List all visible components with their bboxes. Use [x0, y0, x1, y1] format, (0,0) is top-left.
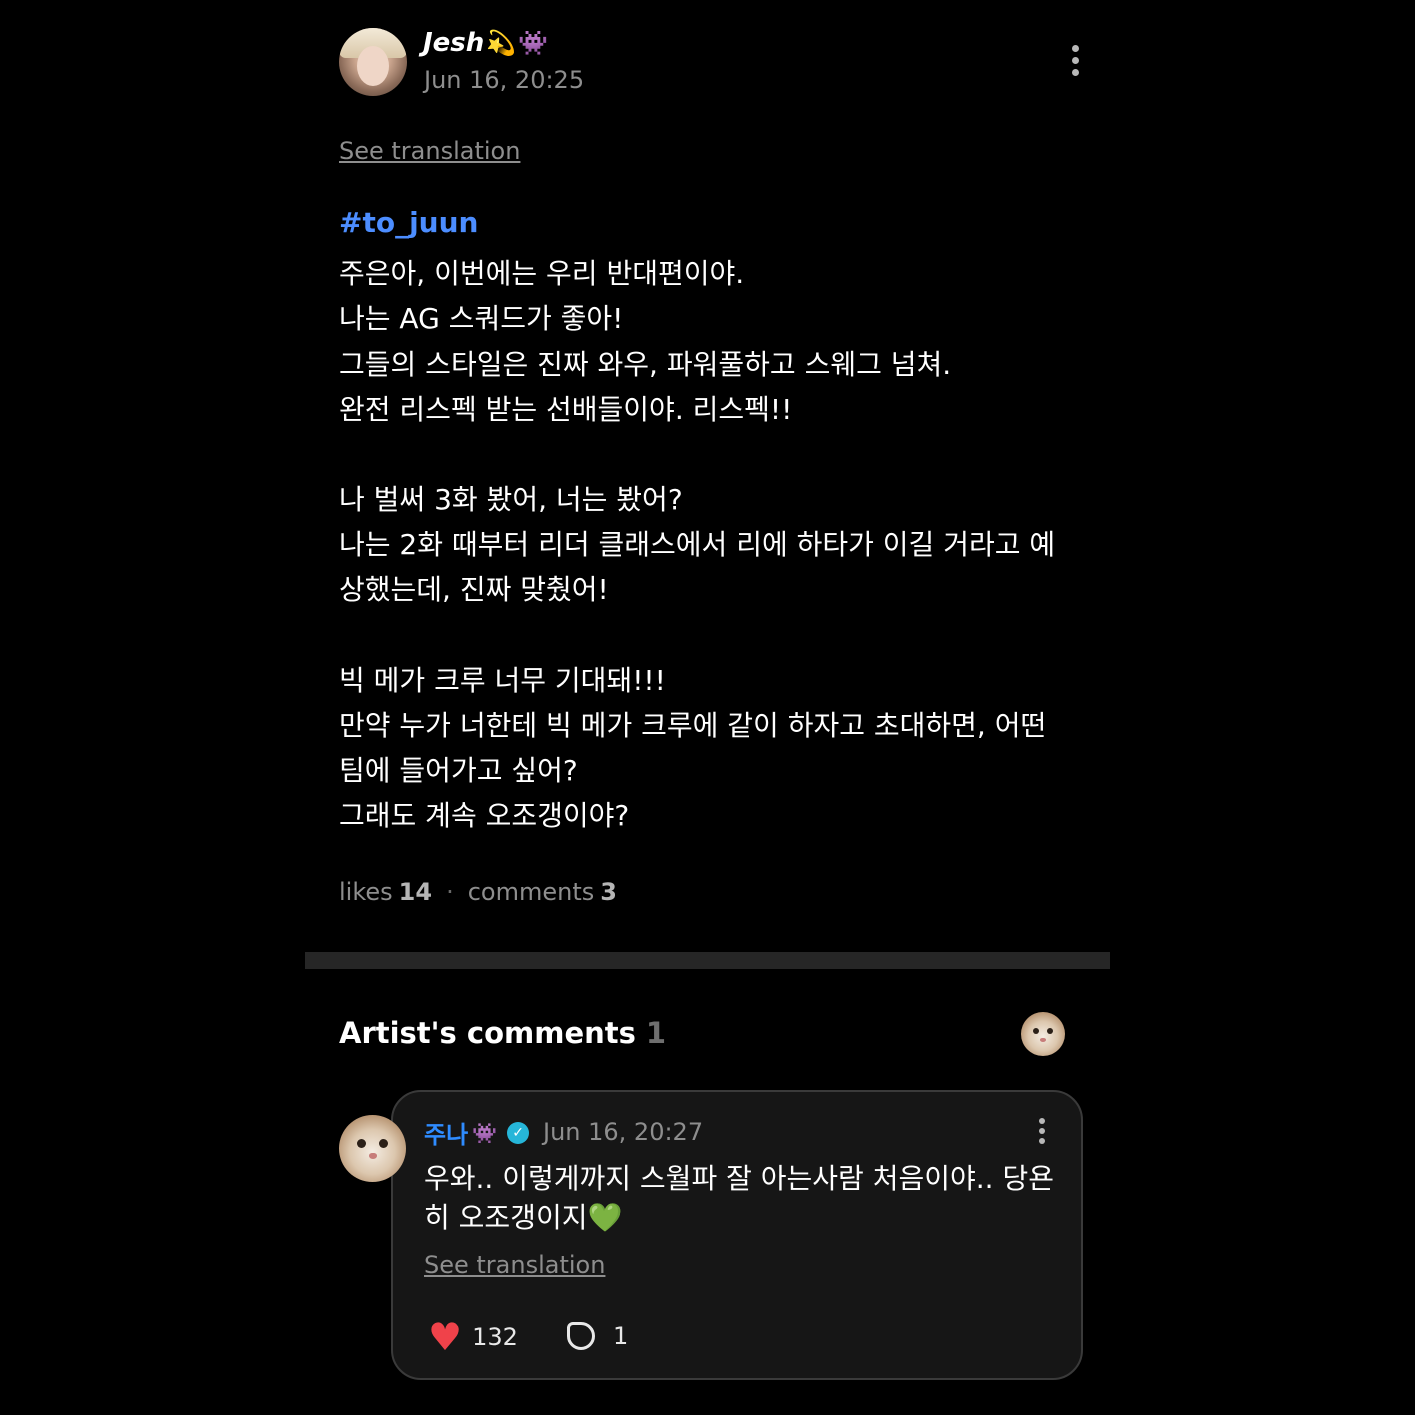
post-body-line: 만약 누가 너한테 빅 메가 크루에 같이 하자고 초대하면, 어떤	[339, 709, 1047, 742]
author-name[interactable]: Jesh 💫 👾	[423, 28, 548, 58]
author-avatar[interactable]	[339, 28, 407, 96]
post-body-line: 상했는데, 진짜 맞췄어!	[339, 573, 609, 606]
section-divider	[305, 952, 1110, 969]
post-body-line: 빅 메가 크루 너무 기대돼!!!	[339, 664, 666, 697]
comment-see-translation-link[interactable]: See translation	[424, 1251, 605, 1279]
comments-label[interactable]: comments	[468, 878, 595, 906]
dizzy-emoji-icon: 💫	[486, 29, 517, 57]
comment-bubble-icon	[567, 1322, 595, 1350]
post-body-line: 팀에 들어가고 싶어?	[339, 754, 578, 787]
reply-button[interactable]: 1	[567, 1322, 628, 1350]
comment-body-line: 우와.. 이렇게까지 스월파 잘 아는사람 처음이야.. 당욘	[424, 1162, 1054, 1195]
stats-separator: ·	[446, 878, 454, 906]
comment-author[interactable]: 주나 👾 ✓	[424, 1115, 530, 1150]
commenter-avatar[interactable]	[339, 1115, 406, 1182]
post-body-line: 나는 2화 때부터 리더 클래스에서 리에 하타가 이길 거라고 예	[339, 528, 1056, 561]
post-body-line: 완전 리스펙 받는 선배들이야. 리스펙!!	[339, 393, 793, 426]
like-count: 132	[472, 1323, 518, 1351]
alien-monster-emoji-icon: 👾	[518, 29, 549, 57]
reply-count: 1	[613, 1322, 629, 1350]
hashtag-link[interactable]: #to_juun	[339, 206, 478, 239]
alien-monster-emoji-icon: 👾	[472, 1120, 498, 1145]
post-body-line: 나 벌써 3화 봤어, 너는 봤어?	[339, 483, 683, 516]
artist-comments-count: 1	[645, 1016, 667, 1050]
comment-body-line: 히 오조갱이지💚	[424, 1201, 623, 1234]
post-body-line: 주은아, 이번에는 우리 반대편이야.	[339, 257, 745, 290]
post-stats: likes 14 · comments 3	[339, 878, 617, 906]
author-name-text: Jesh	[423, 28, 485, 58]
artist-comments-label: Artist's comments	[339, 1016, 636, 1050]
see-translation-link[interactable]: See translation	[339, 137, 520, 165]
heart-icon: ♥	[428, 1315, 463, 1359]
post-body-line: 나는 AG 스쿼드가 좋아!	[339, 302, 624, 335]
comment-author-name: 주나	[424, 1121, 469, 1149]
post-body-line: 그들의 스타일은 진짜 와우, 파워풀하고 스웨그 넘쳐.	[339, 348, 952, 381]
artist-comments-title: Artist's comments 1	[339, 1016, 666, 1050]
comment-timestamp: Jun 16, 20:27	[543, 1118, 704, 1146]
likes-label[interactable]: likes	[339, 878, 393, 906]
comments-count: 3	[600, 878, 617, 906]
post-timestamp: Jun 16, 20:25	[424, 66, 585, 94]
comment-more-options-icon[interactable]	[1037, 1118, 1047, 1144]
likes-count: 14	[398, 878, 433, 906]
post-body-line: 그래도 계속 오조갱이야?	[339, 799, 630, 832]
more-options-icon[interactable]	[1070, 45, 1080, 76]
like-button[interactable]: ♥ 132	[428, 1318, 518, 1356]
verified-badge-icon: ✓	[507, 1121, 530, 1144]
artist-avatar-small[interactable]	[1021, 1012, 1065, 1056]
